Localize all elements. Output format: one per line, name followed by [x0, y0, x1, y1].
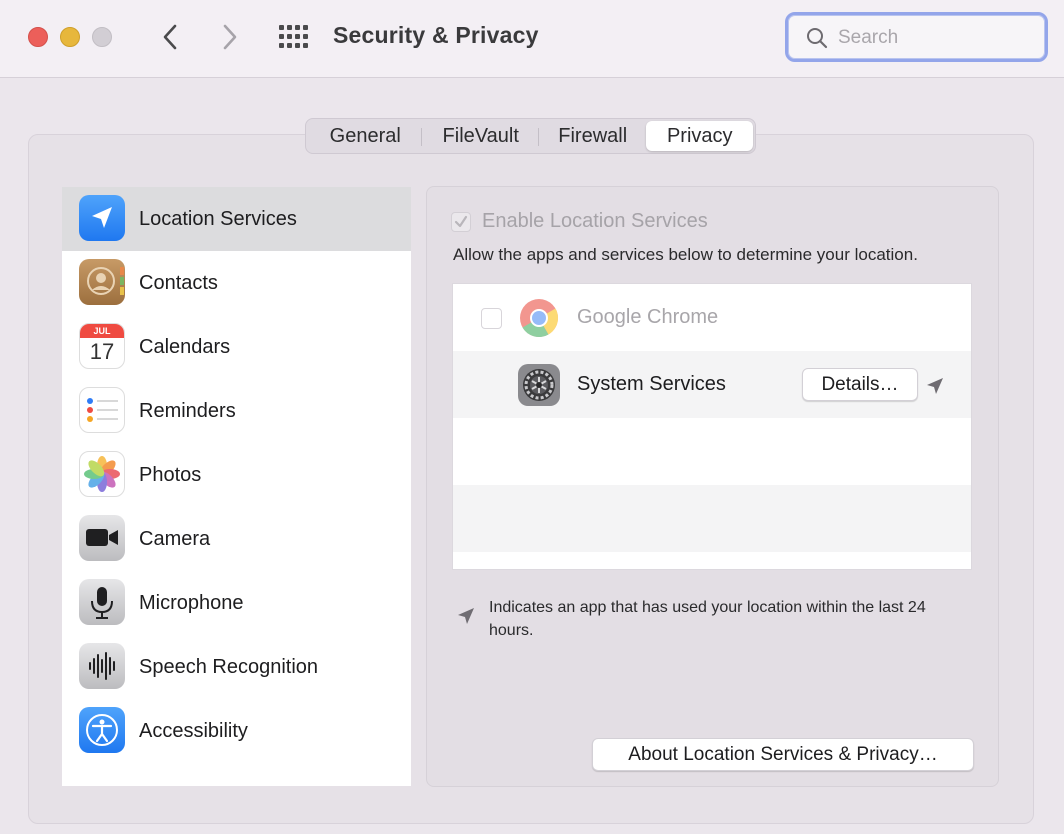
sidebar-item-label: Camera [139, 527, 211, 550]
legend-text: Indicates an app that has used your loca… [489, 599, 926, 639]
back-button[interactable] [155, 20, 185, 54]
sidebar-item-microphone[interactable]: Microphone [62, 571, 411, 635]
sidebar-item-accessibility[interactable]: Accessibility [62, 699, 411, 763]
enable-location-services-checkbox[interactable]: Enable Location Services [451, 210, 708, 233]
sidebar-item-label: Photos [139, 463, 202, 486]
sidebar-item-label: Microphone [139, 591, 244, 614]
sidebar-item-label: Speech Recognition [139, 655, 319, 678]
microphone-icon [79, 579, 125, 625]
chevron-left-icon [163, 24, 177, 50]
empty-row [453, 485, 971, 552]
app-name: Google Chrome [577, 306, 719, 328]
minimize-window-button[interactable] [60, 27, 80, 47]
sidebar-item-calendars[interactable]: JUL 17 Calendars [62, 315, 411, 379]
sidebar-item-reminders[interactable]: Reminders [62, 379, 411, 443]
about-location-services-button[interactable]: About Location Services & Privacy… [592, 738, 974, 771]
sidebar-item-label: Accessibility [139, 719, 248, 742]
photos-icon [79, 451, 125, 497]
enable-checkbox-box[interactable] [451, 211, 471, 232]
search-field[interactable] [785, 12, 1048, 62]
location-arrow-legend-icon [458, 608, 474, 624]
sidebar-item-photos[interactable]: Photos [62, 443, 411, 507]
tab-bar: General FileVault Firewall Privacy [305, 118, 756, 154]
close-window-button[interactable] [28, 27, 48, 47]
app-row-google-chrome[interactable]: Google Chrome [453, 284, 971, 351]
sidebar-item-label: Contacts [139, 271, 218, 294]
zoom-window-button[interactable] [92, 27, 112, 47]
tab-privacy[interactable]: Privacy [646, 121, 753, 151]
show-all-preferences-button[interactable] [278, 23, 310, 51]
chrome-icon [517, 296, 561, 340]
tab-firewall[interactable]: Firewall [539, 121, 647, 151]
app-row-system-services[interactable]: System Services Details… [453, 351, 971, 418]
sidebar-item-label: Reminders [139, 399, 236, 422]
title-bar: Security & Privacy [0, 0, 1064, 78]
accessibility-icon [79, 707, 125, 753]
tab-general[interactable]: General [308, 121, 423, 151]
tab-filevault[interactable]: FileVault [422, 121, 540, 151]
contacts-icon [79, 259, 125, 305]
grid-icon [279, 25, 308, 48]
location-description: Allow the apps and services below to det… [453, 245, 918, 264]
sidebar-item-label: Location Services [139, 207, 297, 230]
search-input[interactable] [838, 24, 1038, 52]
sidebar-item-contacts[interactable]: Contacts [62, 251, 411, 315]
camera-icon [79, 515, 125, 561]
location-arrow-icon [79, 195, 125, 241]
recent-location-arrow-icon [927, 378, 943, 394]
reminders-icon [79, 387, 125, 433]
system-preferences-gear-icon [517, 363, 561, 407]
sidebar-item-speech-recognition[interactable]: Speech Recognition [62, 635, 411, 699]
location-app-list: Google Chrome System Services Details… [452, 283, 972, 570]
privacy-category-list: Location Services Contacts JUL 17 Calend… [62, 187, 411, 786]
window-title: Security & Privacy [333, 22, 539, 48]
sidebar-item-camera[interactable]: Camera [62, 507, 411, 571]
calendar-icon: JUL 17 [79, 323, 125, 369]
details-button[interactable]: Details… [802, 368, 918, 401]
checkmark-icon [454, 215, 468, 227]
forward-button[interactable] [215, 20, 245, 54]
search-icon [807, 28, 828, 49]
chevron-right-icon [223, 24, 237, 50]
app-name: System Services [577, 373, 726, 395]
speech-waveform-icon [79, 643, 125, 689]
sidebar-item-label: Calendars [139, 335, 231, 358]
empty-row [453, 418, 971, 485]
sidebar-item-location-services[interactable]: Location Services [62, 187, 411, 251]
app-enable-checkbox[interactable] [481, 308, 502, 329]
enable-location-services-label: Enable Location Services [482, 210, 708, 232]
